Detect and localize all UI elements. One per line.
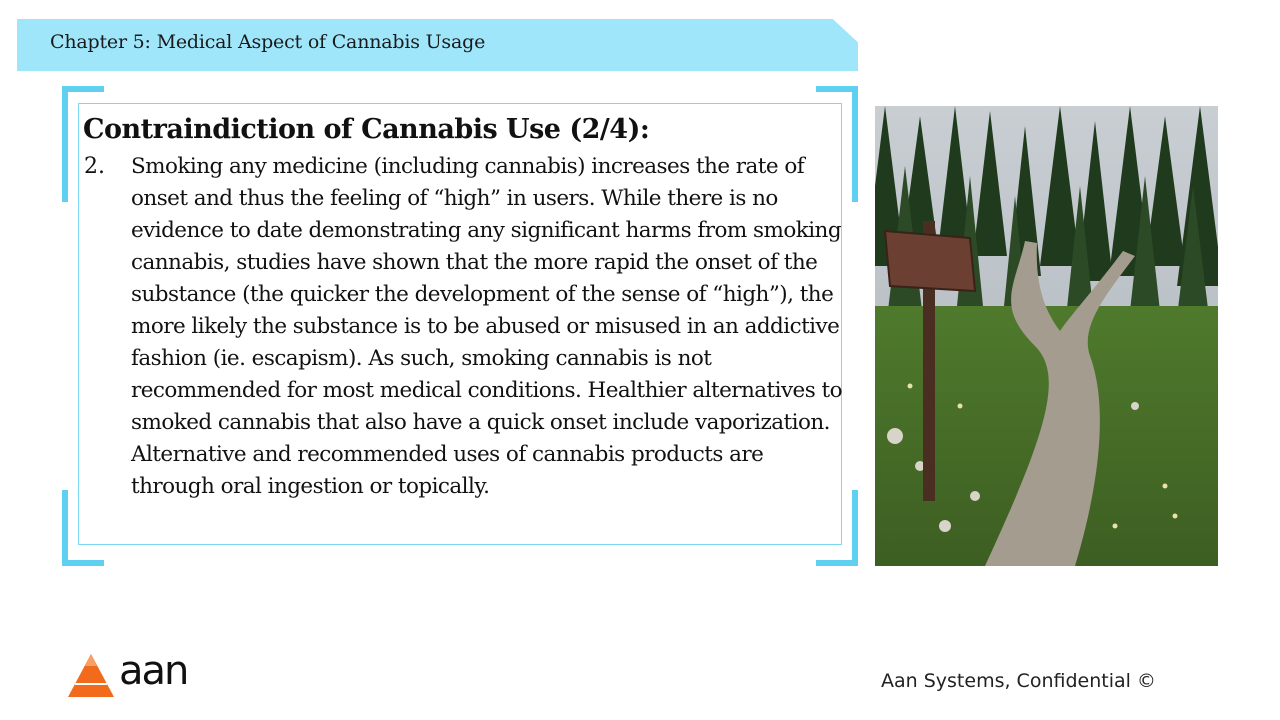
aan-logo-text: aan — [119, 648, 189, 694]
list-item-text: Smoking any medicine (including cannabis… — [131, 154, 843, 499]
forest-path-image — [875, 106, 1218, 566]
confidential-notice: Aan Systems, Confidential © — [881, 670, 1156, 692]
forest-path-photo — [875, 106, 1218, 566]
chapter-title: Chapter 5: Medical Aspect of Cannabis Us… — [50, 31, 486, 53]
aan-logo-triangle-icon — [68, 654, 114, 697]
aan-logo: aan — [67, 648, 197, 700]
slide-heading: Contraindiction of Cannabis Use (2/4): — [83, 114, 650, 145]
list-item-number: 2. — [84, 154, 105, 179]
